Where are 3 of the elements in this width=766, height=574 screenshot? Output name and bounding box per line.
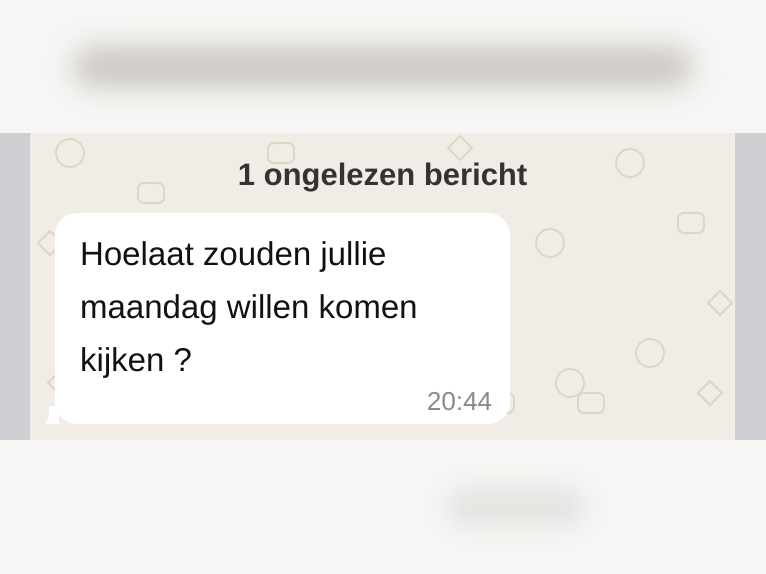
unread-divider: 1 ongelezen bericht xyxy=(238,157,528,193)
message-time: 20:44 xyxy=(426,386,492,416)
message-text: Hoelaat zouden jullie maandag willen komen kijken ? xyxy=(80,234,419,380)
